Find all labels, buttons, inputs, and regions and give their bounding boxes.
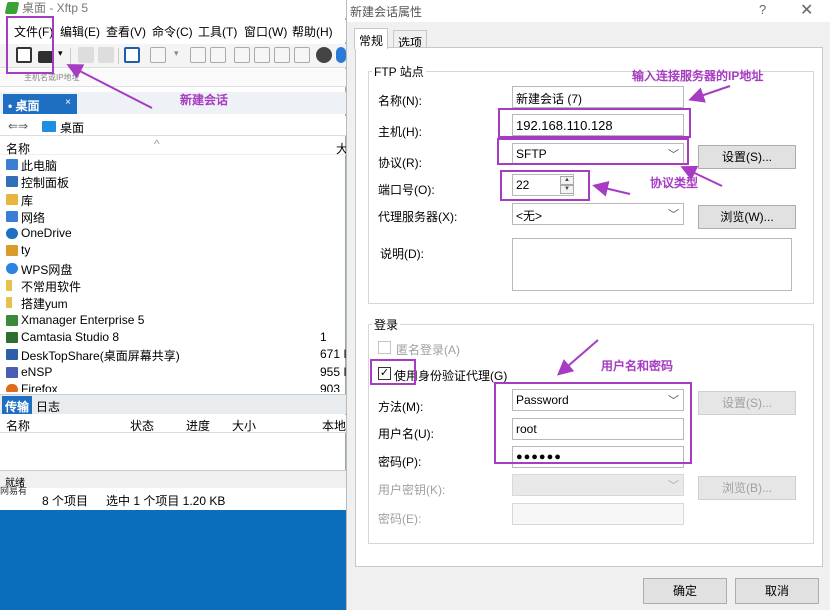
arrow-user-pass bbox=[556, 339, 599, 376]
arrow-protocol bbox=[680, 165, 723, 187]
arrow-ip-hint bbox=[688, 85, 731, 103]
arrow-new-session bbox=[66, 64, 153, 109]
annotation-arrows bbox=[66, 64, 731, 376]
arrow-port bbox=[592, 180, 631, 197]
tab-general[interactable]: 常规 bbox=[354, 28, 389, 49]
